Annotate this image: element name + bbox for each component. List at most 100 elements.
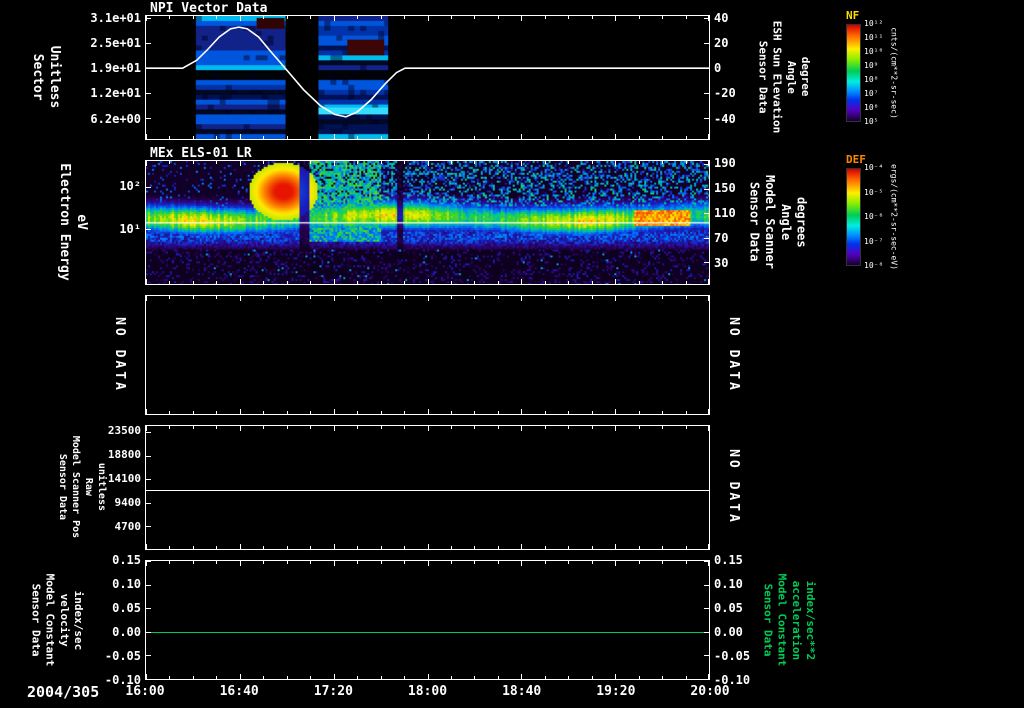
axis-tick bbox=[544, 426, 546, 429]
axis-tick bbox=[404, 546, 406, 549]
axis-tick bbox=[497, 16, 499, 19]
axis-tick bbox=[568, 296, 570, 299]
axis-tick bbox=[427, 161, 429, 166]
time-tick-label: 16:00 bbox=[125, 684, 165, 699]
axis-tick bbox=[685, 676, 687, 679]
axis-tick bbox=[169, 426, 171, 429]
axis-tick bbox=[357, 136, 359, 139]
axis-tick bbox=[263, 561, 265, 564]
axis-tick bbox=[591, 161, 593, 164]
tick-label: 0 bbox=[714, 61, 722, 75]
tick-label: 4700 bbox=[114, 520, 142, 533]
axis-tick bbox=[662, 561, 664, 564]
axis-tick bbox=[216, 136, 218, 139]
axis-tick bbox=[286, 16, 288, 19]
axis-tick bbox=[615, 296, 617, 301]
axis-tick bbox=[591, 546, 593, 549]
axis-tick bbox=[263, 136, 265, 139]
axis-tick bbox=[146, 68, 151, 70]
no-data-panel bbox=[145, 295, 710, 415]
axis-tick bbox=[474, 161, 476, 164]
axis-tick bbox=[544, 16, 546, 19]
axis-tick bbox=[192, 281, 194, 284]
axis-tick bbox=[192, 411, 194, 414]
axis-tick bbox=[357, 16, 359, 19]
axis-tick bbox=[404, 161, 406, 164]
scanner-pos-panel bbox=[145, 425, 710, 550]
axis-tick bbox=[704, 188, 709, 190]
axis-tick bbox=[497, 676, 499, 679]
tick-label: 23500 bbox=[107, 424, 141, 437]
axis-tick bbox=[192, 546, 194, 549]
axis-tick bbox=[521, 134, 523, 139]
tick-label: 0.10 bbox=[714, 577, 743, 591]
axis-tick bbox=[239, 279, 241, 284]
axis-tick bbox=[192, 161, 194, 164]
axis-tick bbox=[544, 296, 546, 299]
npi-spectrogram-panel bbox=[145, 15, 710, 140]
axis-tick bbox=[404, 16, 406, 19]
axis-tick bbox=[169, 136, 171, 139]
tick-label: -20 bbox=[714, 86, 736, 101]
time-tick-label: 20:00 bbox=[690, 684, 730, 699]
tick-label: -0.05 bbox=[714, 649, 751, 663]
axis-tick bbox=[380, 561, 382, 564]
axis-tick bbox=[685, 546, 687, 549]
axis-tick bbox=[591, 281, 593, 284]
axis-tick bbox=[450, 411, 452, 414]
axis-tick bbox=[568, 561, 570, 564]
colorbar-tick-label: 10⁹ bbox=[864, 61, 879, 70]
axis-tick bbox=[216, 426, 218, 429]
axis-tick bbox=[521, 296, 523, 301]
panel4-no-data-right-label: NO DATA bbox=[725, 449, 741, 525]
axis-tick bbox=[333, 134, 335, 139]
tick-label: 30 bbox=[714, 256, 729, 270]
axis-tick bbox=[310, 16, 312, 19]
npi-right-ticks: 40 20 0 -20 -40 bbox=[714, 12, 758, 140]
axis-tick bbox=[685, 561, 687, 564]
axis-tick bbox=[568, 426, 570, 429]
axis-tick bbox=[662, 426, 664, 429]
time-tick-label: 17:20 bbox=[313, 684, 353, 699]
tick-label: -40 bbox=[714, 111, 736, 126]
axis-tick bbox=[704, 584, 709, 586]
axis-tick bbox=[662, 546, 664, 549]
axis-tick bbox=[662, 281, 664, 284]
axis-tick bbox=[169, 561, 171, 564]
axis-tick bbox=[568, 161, 570, 164]
axis-tick bbox=[216, 16, 218, 19]
axis-tick bbox=[708, 426, 709, 431]
axis-tick bbox=[357, 676, 359, 679]
axis-tick bbox=[333, 16, 335, 21]
axis-tick bbox=[169, 161, 171, 164]
axis-tick bbox=[568, 281, 570, 284]
axis-tick bbox=[615, 279, 617, 284]
tick-label: 9400 bbox=[114, 496, 142, 509]
axis-tick bbox=[146, 18, 151, 20]
axis-tick bbox=[615, 426, 617, 431]
axis-tick bbox=[450, 16, 452, 19]
axis-tick bbox=[544, 546, 546, 549]
axis-tick bbox=[310, 281, 312, 284]
acceleration-right-axis-label: Sensor Data Model Constant acceleration … bbox=[761, 573, 818, 667]
scanner-pos-left-ticks: 23500 18800 14100 9400 4700 bbox=[98, 425, 141, 550]
axis-tick bbox=[192, 16, 194, 19]
axis-tick bbox=[474, 281, 476, 284]
axis-tick bbox=[685, 281, 687, 284]
axis-tick bbox=[685, 411, 687, 414]
axis-tick bbox=[146, 655, 151, 657]
axis-tick bbox=[497, 546, 499, 549]
axis-tick bbox=[704, 68, 709, 70]
axis-tick bbox=[333, 161, 335, 166]
axis-tick bbox=[704, 561, 709, 562]
colorbar-tick-label: 10⁶ bbox=[864, 103, 879, 112]
axis-tick bbox=[404, 411, 406, 414]
npi-left-axis-label: Sector Unitless bbox=[29, 45, 62, 109]
colorbar-tick-label: 10⁻⁵ bbox=[864, 187, 884, 197]
axis-tick bbox=[310, 136, 312, 139]
axis-tick bbox=[146, 426, 147, 431]
axis-tick bbox=[216, 161, 218, 164]
npi-left-ticks: 3.1e+01 2.5e+01 1.9e+01 1.2e+01 6.2e+00 bbox=[85, 12, 141, 140]
axis-tick bbox=[615, 544, 617, 549]
axis-tick bbox=[685, 136, 687, 139]
